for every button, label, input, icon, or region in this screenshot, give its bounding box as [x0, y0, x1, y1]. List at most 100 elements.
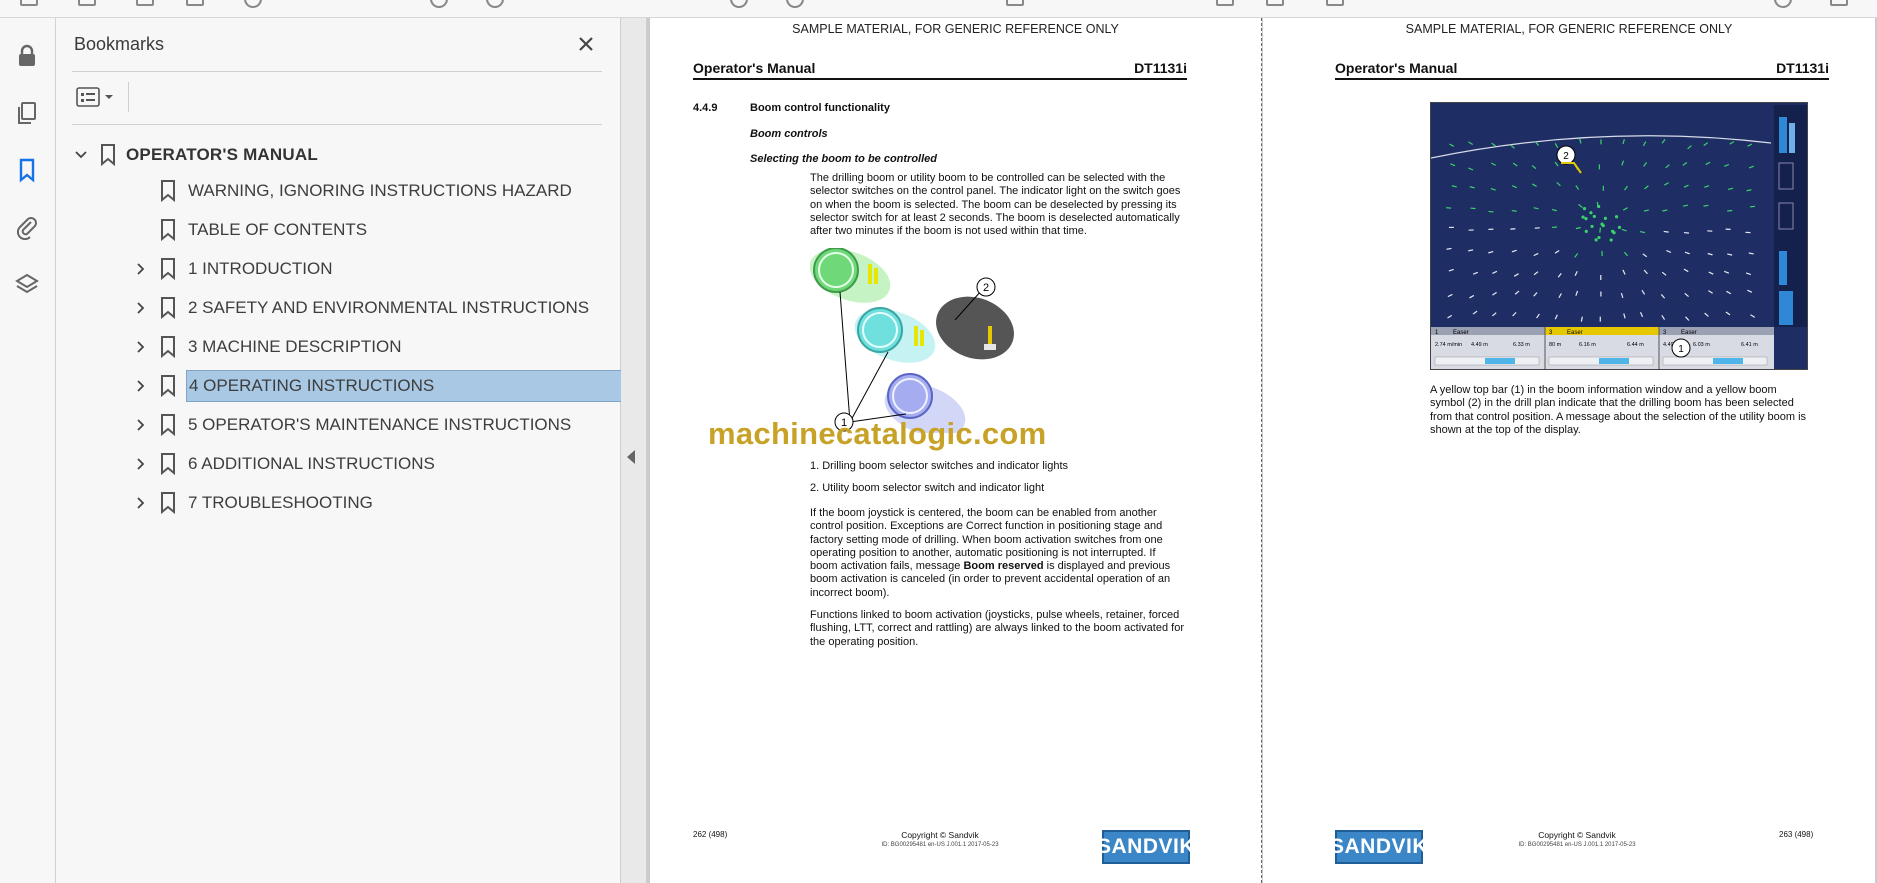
- close-icon: [579, 37, 593, 51]
- bookmark-icon: [19, 158, 35, 183]
- zoom-in-icon[interactable]: [786, 0, 804, 8]
- prev-page-icon[interactable]: [430, 0, 448, 8]
- bookmark-add-icon[interactable]: [78, 0, 96, 6]
- drill-hole: [1617, 225, 1622, 229]
- bookmark-item-table-of-contents[interactable]: TABLE OF CONTENTS: [142, 213, 669, 246]
- drill-hole: [1612, 231, 1616, 235]
- collapse-toggle[interactable]: [70, 144, 92, 166]
- paperclip-icon: [16, 217, 37, 240]
- boom-readout: 2.74 m/min: [1435, 342, 1462, 348]
- upload-icon[interactable]: [136, 0, 154, 6]
- sample-notice: SAMPLE MATERIAL, FOR GENERIC REFERENCE O…: [792, 22, 1119, 36]
- expand-toggle[interactable]: [130, 414, 152, 436]
- drill-hole: [1614, 215, 1619, 219]
- bookmarks-panel: Bookmarks OPERATOR'S MANUAL WARNING, IGN…: [56, 18, 654, 883]
- drill-hole: [1600, 222, 1604, 226]
- sample-notice: SAMPLE MATERIAL, FOR GENERIC REFERENCE O…: [1405, 22, 1733, 36]
- expand-toggle[interactable]: [130, 258, 152, 280]
- bookmark-item-additional[interactable]: 6 ADDITIONAL INSTRUCTIONS: [137, 447, 669, 480]
- next-page-icon[interactable]: [486, 0, 504, 8]
- expand-toggle[interactable]: [130, 336, 152, 358]
- search-icon[interactable]: [244, 0, 262, 8]
- draw-icon[interactable]: [1326, 0, 1344, 6]
- drill-hole: [1599, 227, 1602, 233]
- bookmarks-button[interactable]: [12, 155, 42, 185]
- bookmark-label: TABLE OF CONTENTS: [188, 219, 368, 239]
- drill-hole: [1592, 214, 1596, 219]
- divider: [72, 71, 602, 72]
- collapse-arrow-icon[interactable]: [627, 450, 635, 464]
- boom-readout: 6.33 m: [1513, 342, 1530, 348]
- copyright: Copyright © Sandvik: [1538, 830, 1616, 840]
- document-view: SAMPLE MATERIAL, FOR GENERIC REFERENCE O…: [647, 18, 1877, 883]
- chevron-right-icon: [137, 262, 145, 275]
- boom-readout: 6.03 m: [1693, 342, 1710, 348]
- layers-icon: [15, 273, 39, 294]
- account-icon[interactable]: [1774, 0, 1792, 8]
- paragraph: Functions linked to boom activation (joy…: [810, 609, 1184, 648]
- page-thumbnails-button[interactable]: [12, 98, 42, 128]
- highlight-icon[interactable]: [1266, 0, 1284, 6]
- bookmark-icon: [158, 413, 178, 437]
- page-number: 262 (498): [693, 830, 728, 839]
- layers-button[interactable]: [12, 269, 42, 299]
- boom-readout: 4.49 m: [1471, 342, 1488, 348]
- divider: [72, 124, 602, 125]
- bookmark-item-introduction[interactable]: 1 INTRODUCTION: [137, 252, 669, 285]
- screen-callout-2: 2: [1563, 151, 1569, 162]
- zoom-out-icon[interactable]: [730, 0, 748, 8]
- bookmark-options-button[interactable]: [76, 84, 120, 110]
- expand-toggle[interactable]: [130, 297, 152, 319]
- boom-selector-figure: 2 1: [810, 248, 1014, 433]
- subheading-selecting-boom: Selecting the boom to be controlled: [750, 153, 938, 165]
- panel-collapse-handle: [621, 18, 647, 883]
- chevron-right-icon: [137, 457, 145, 470]
- pages-icon: [18, 102, 36, 124]
- print-icon[interactable]: [186, 0, 204, 6]
- bookmark-item-machine-description[interactable]: 3 MACHINE DESCRIPTION: [137, 330, 669, 363]
- bookmark-item-operating-instructions[interactable]: 4 OPERATING INSTRUCTIONS: [137, 369, 669, 402]
- legend-item-1: 1. Drilling boom selector switches and i…: [810, 460, 1069, 472]
- expand-toggle[interactable]: [130, 453, 152, 475]
- bookmark-label: 2 SAFETY AND ENVIRONMENTAL INSTRUCTIONS: [188, 297, 590, 317]
- drill-hole: [1446, 247, 1452, 250]
- bookmark-label: 7 TROUBLESHOOTING: [188, 492, 373, 512]
- bookmark-icon: [158, 491, 178, 515]
- bookmark-label: WARNING, IGNORING INSTRUCTIONS HAZARD: [188, 180, 572, 200]
- attachments-button[interactable]: [12, 212, 42, 242]
- bookmark-icon: [98, 143, 118, 167]
- chevron-right-icon: [137, 418, 145, 431]
- bookmark-root[interactable]: OPERATOR'S MANUAL: [70, 138, 318, 172]
- chevron-right-icon: [137, 496, 145, 509]
- drill-hole: [1488, 210, 1494, 213]
- page-number: 263 (498): [1779, 830, 1814, 839]
- expand-toggle[interactable]: [130, 375, 152, 397]
- bookmark-label: 4 OPERATING INSTRUCTIONS: [186, 369, 654, 402]
- bookmark-icon: [158, 179, 178, 203]
- drill-hole: [1470, 207, 1476, 210]
- bookmark-item-warning[interactable]: WARNING, IGNORING INSTRUCTIONS HAZARD: [142, 174, 669, 207]
- comment-icon[interactable]: [1216, 0, 1234, 6]
- lock-icon: [19, 44, 35, 66]
- watermark-text: machinecatalogic.com: [708, 416, 1047, 451]
- fit-page-icon[interactable]: [1006, 0, 1024, 6]
- section-title: Boom control functionality: [750, 102, 890, 114]
- bookmark-item-maintenance[interactable]: 5 OPERATOR'S MAINTENANCE INSTRUCTIONS: [137, 408, 669, 441]
- panel-title: Bookmarks: [74, 34, 165, 54]
- drill-hole: [1582, 207, 1587, 211]
- expand-toggle[interactable]: [130, 492, 152, 514]
- boom-tab-name: Easer: [1681, 330, 1697, 336]
- figure-callout-2: 2: [983, 282, 989, 294]
- chevron-right-icon: [137, 379, 145, 392]
- sandvik-logo: SANDVIK: [1330, 830, 1428, 864]
- toolbar-icon[interactable]: [20, 0, 38, 6]
- drill-hole: [1609, 238, 1613, 242]
- bookmark-item-safety[interactable]: 2 SAFETY AND ENVIRONMENTAL INSTRUCTIONS: [137, 291, 669, 324]
- security-lock-button[interactable]: [12, 41, 42, 71]
- bookmark-item-troubleshooting[interactable]: 7 TROUBLESHOOTING: [137, 486, 669, 519]
- menu-icon[interactable]: [1830, 0, 1848, 6]
- copyright: Copyright © Sandvik: [901, 830, 979, 840]
- drill-hole: [1703, 204, 1709, 207]
- close-panel-button[interactable]: [574, 32, 598, 56]
- drill-hole: [1663, 230, 1669, 233]
